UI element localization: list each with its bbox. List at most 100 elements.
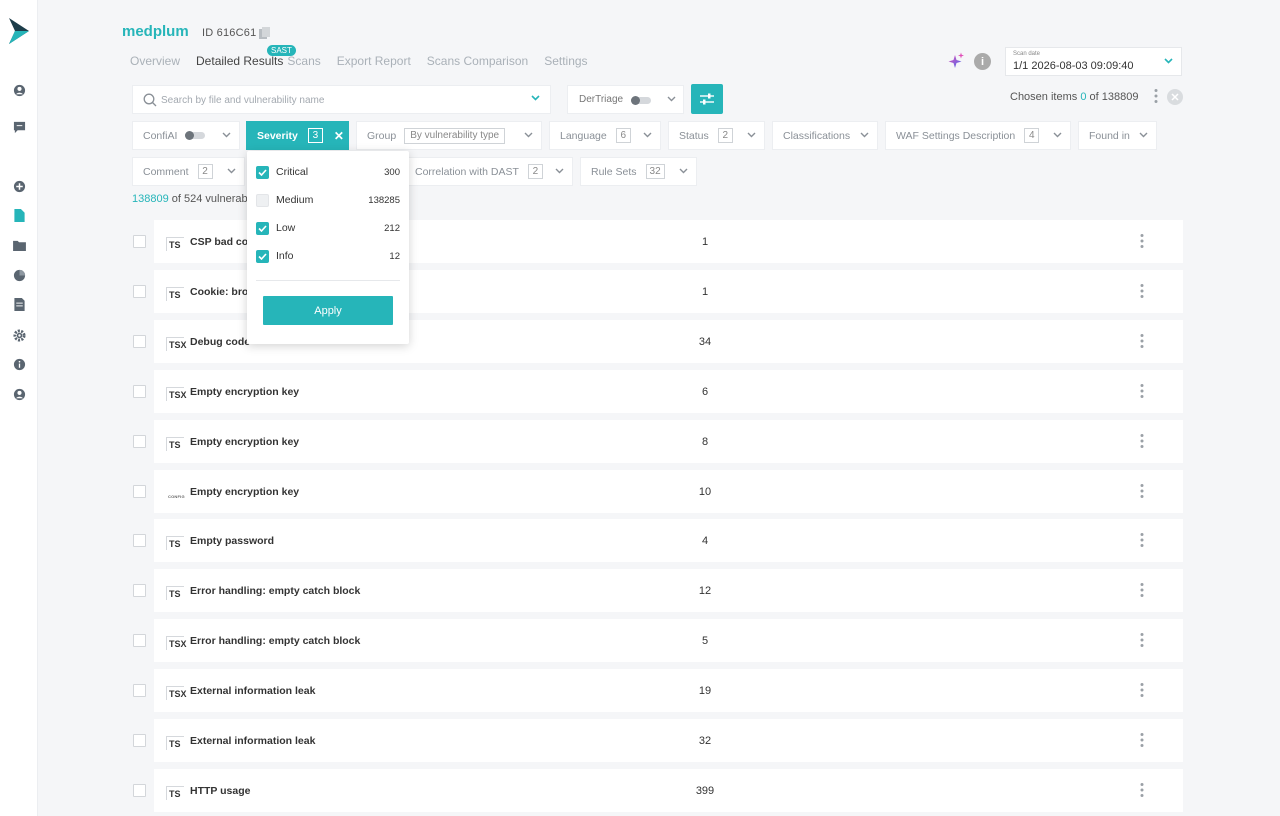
table-row[interactable]: TS External information leak 32 [154, 719, 1183, 762]
apply-button[interactable]: Apply [263, 296, 393, 325]
row-checkbox[interactable] [133, 385, 146, 398]
chevron-down-icon[interactable] [531, 95, 540, 101]
vulnerability-count: 1 [701, 286, 709, 298]
filter-language-count: 6 [615, 128, 631, 143]
more-options-icon[interactable] [1138, 582, 1146, 598]
scan-date-select[interactable]: Scan date 1/1 2026-08-03 09:09:40 [1005, 47, 1182, 76]
more-options-icon[interactable] [1138, 682, 1146, 698]
filter-classifications[interactable]: Classifications [772, 121, 878, 150]
more-options-icon[interactable] [1138, 233, 1146, 249]
more-options-icon[interactable] [1138, 732, 1146, 748]
file-type-icon: TS [166, 586, 184, 600]
more-options-icon[interactable] [1138, 782, 1146, 798]
ai-sparkle-icon[interactable] [947, 52, 965, 70]
filter-confiai[interactable]: ConfiAI [132, 121, 240, 150]
file-type-icon: TSX [166, 636, 187, 650]
checkbox-unchecked-icon[interactable] [256, 193, 269, 207]
filter-rule-sets-count: 32 [645, 164, 665, 179]
user-icon[interactable] [12, 83, 26, 97]
filter-rule-sets[interactable]: Rule Sets 32 [580, 157, 697, 186]
settings-icon[interactable] [12, 328, 26, 342]
copy-icon[interactable] [259, 27, 271, 40]
checkbox-checked-icon[interactable] [256, 221, 269, 235]
row-checkbox[interactable] [133, 634, 146, 647]
row-checkbox[interactable] [133, 734, 146, 747]
row-checkbox[interactable] [133, 435, 146, 448]
severity-option-count: 12 [389, 250, 400, 262]
table-row[interactable]: TSX Error handling: empty catch block 5 [154, 619, 1183, 662]
table-row[interactable]: TS HTTP usage 399 [154, 769, 1183, 812]
search-input[interactable] [161, 92, 521, 108]
table-row[interactable]: CONFIG Empty encryption key 10 [154, 470, 1183, 513]
severity-option-label: Info [276, 250, 294, 262]
add-icon[interactable] [12, 179, 26, 193]
severity-option-low[interactable]: Low 212 [256, 220, 400, 236]
more-options-icon[interactable] [1138, 483, 1146, 499]
chat-icon[interactable] [12, 120, 26, 134]
tab-scans[interactable]: Scans [287, 54, 320, 70]
table-row[interactable]: TS Empty password 4 [154, 519, 1183, 562]
filter-comment[interactable]: Comment 2 [132, 157, 245, 186]
filter-correlation-label: Correlation with DAST [415, 165, 519, 178]
vulnerability-count: 6 [701, 386, 709, 398]
clear-severity-icon[interactable]: ✕ [334, 129, 344, 143]
folder-icon[interactable] [12, 238, 26, 252]
row-checkbox[interactable] [133, 684, 146, 697]
more-options-icon[interactable] [1138, 433, 1146, 449]
filter-found-in[interactable]: Found in [1078, 121, 1157, 150]
results-count: 138809 of 524 vulnerab [132, 193, 248, 205]
severity-option-medium[interactable]: Medium 138285 [256, 192, 400, 208]
severity-option-info[interactable]: Info 12 [256, 248, 400, 264]
report-icon[interactable] [12, 297, 26, 311]
filter-settings-button[interactable] [691, 84, 723, 114]
table-row[interactable]: TSX Empty encryption key 6 [154, 370, 1183, 413]
row-checkbox[interactable] [133, 485, 146, 498]
severity-option-label: Low [276, 222, 296, 234]
tab-detailed-results[interactable]: Detailed Results [196, 54, 283, 70]
severity-option-critical[interactable]: Critical 300 [256, 164, 400, 180]
filter-group[interactable]: Group By vulnerability type [356, 121, 542, 150]
app-logo[interactable] [7, 16, 31, 46]
row-checkbox[interactable] [133, 534, 146, 547]
vulnerability-name: Error handling: empty catch block [190, 585, 361, 597]
tab-scans-comparison[interactable]: Scans Comparison [427, 54, 528, 70]
tab-overview[interactable]: Overview [130, 54, 180, 70]
more-options-icon[interactable] [1152, 88, 1160, 104]
more-options-icon[interactable] [1138, 532, 1146, 548]
account-icon[interactable] [12, 387, 26, 401]
info-icon[interactable]: i [974, 53, 991, 70]
table-row[interactable]: TSX External information leak 19 [154, 669, 1183, 712]
filter-waf-settings[interactable]: WAF Settings Description 4 [885, 121, 1071, 150]
tab-settings[interactable]: Settings [544, 54, 587, 70]
sast-badge: SAST [267, 45, 296, 56]
row-checkbox[interactable] [133, 784, 146, 797]
table-row[interactable]: TS Empty encryption key 8 [154, 420, 1183, 463]
row-checkbox[interactable] [133, 335, 146, 348]
chevron-down-icon [1139, 132, 1148, 138]
row-checkbox[interactable] [133, 235, 146, 248]
dertriage-filter[interactable]: DerTriage [567, 85, 684, 114]
info-icon[interactable] [12, 357, 26, 371]
filter-status[interactable]: Status 2 [668, 121, 765, 150]
document-icon[interactable] [12, 208, 26, 222]
row-checkbox[interactable] [133, 584, 146, 597]
filter-language[interactable]: Language 6 [549, 121, 661, 150]
row-checkbox[interactable] [133, 285, 146, 298]
filter-correlation-dast[interactable]: Correlation with DAST 2 [403, 157, 573, 186]
scan-date-value: 1/1 2026-08-03 09:09:40 [1013, 60, 1134, 72]
table-row[interactable]: TS Error handling: empty catch block 12 [154, 569, 1183, 612]
checkbox-checked-icon[interactable] [256, 249, 269, 263]
more-options-icon[interactable] [1138, 632, 1146, 648]
clear-selection-button[interactable] [1167, 89, 1183, 105]
dertriage-toggle[interactable] [631, 96, 651, 105]
more-options-icon[interactable] [1138, 283, 1146, 299]
vulnerability-name: External information leak [190, 735, 316, 747]
tab-export-report[interactable]: Export Report [337, 54, 411, 70]
chevron-down-icon [1164, 58, 1173, 64]
more-options-icon[interactable] [1138, 333, 1146, 349]
filter-severity[interactable]: Severity 3 ✕ [246, 121, 349, 150]
more-options-icon[interactable] [1138, 383, 1146, 399]
pie-chart-icon[interactable] [12, 268, 26, 282]
checkbox-checked-icon[interactable] [256, 165, 269, 179]
confiai-toggle[interactable] [185, 131, 206, 140]
